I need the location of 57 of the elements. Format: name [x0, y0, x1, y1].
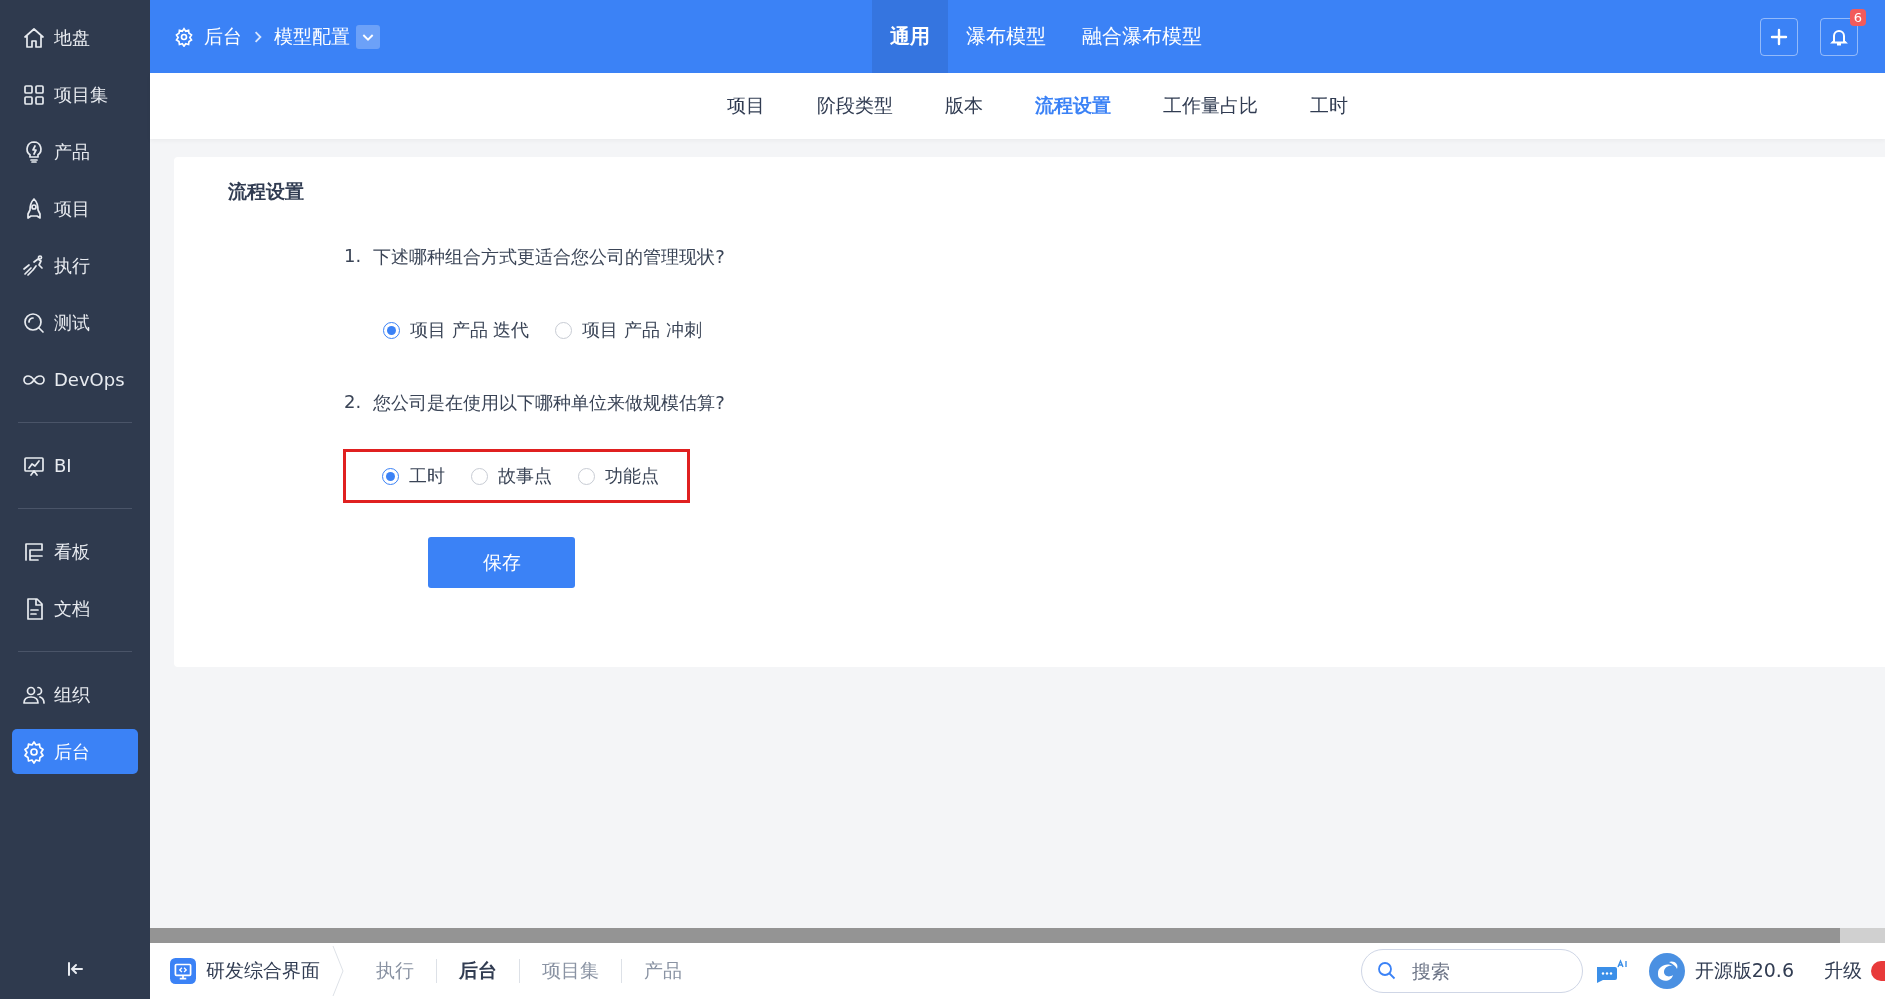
subnav-tab[interactable]: 阶段类型	[817, 93, 893, 119]
sidebar-item[interactable]: DevOps	[12, 357, 138, 402]
sidebar-item[interactable]: 执行	[12, 243, 138, 288]
add-button[interactable]	[1760, 17, 1798, 56]
gear-icon	[22, 739, 46, 764]
header-tab[interactable]: 瀑布模型	[948, 0, 1064, 73]
version-label: 开源版20.6	[1694, 958, 1794, 983]
option-label: 故事点	[498, 464, 552, 488]
runner-icon	[22, 253, 46, 278]
collapse-icon[interactable]	[65, 959, 85, 979]
upgrade-link[interactable]: 升级	[1824, 958, 1862, 984]
header-tab[interactable]: 通用	[872, 0, 948, 73]
sidebar-item[interactable]: BI	[12, 443, 138, 488]
sidebar-item[interactable]: 组织	[12, 672, 138, 717]
swirl-logo-icon	[1648, 953, 1685, 989]
question-text: 下述哪种组合方式更适合您公司的管理现状?	[373, 245, 725, 269]
settings-icon	[174, 26, 194, 47]
chevron-right-icon	[252, 30, 264, 43]
sidebar-item[interactable]: 后台	[12, 729, 138, 774]
subnav-tab[interactable]: 项目	[727, 93, 765, 119]
sidebar-item[interactable]: 测试	[12, 300, 138, 345]
option-label: 项目 产品 冲刺	[582, 318, 702, 342]
taskbar-tab[interactable]: 后台	[459, 958, 497, 984]
section-title: 流程设置	[228, 179, 305, 204]
option-label: 工时	[409, 464, 445, 488]
sidebar-item[interactable]: 看板	[12, 529, 138, 574]
dropdown-button[interactable]	[356, 24, 380, 49]
app-name: 研发综合界面	[206, 958, 320, 983]
sidebar-item[interactable]: 文档	[12, 586, 138, 631]
ai-chat-icon[interactable]	[1594, 959, 1629, 983]
subnav-tab[interactable]: 工作量占比	[1163, 93, 1258, 119]
house-icon	[22, 25, 46, 50]
breadcrumb-link[interactable]: 模型配置	[274, 23, 350, 50]
notification-count: 6	[1849, 8, 1866, 26]
plus-icon	[1769, 26, 1789, 47]
sidebar-item[interactable]: 产品	[12, 129, 138, 174]
search-icon	[1376, 961, 1397, 981]
header-tab[interactable]: 融合瀑布模型	[1064, 0, 1220, 73]
save-button[interactable]: 保存	[428, 537, 575, 588]
sidebar-item[interactable]: 项目	[12, 186, 138, 231]
monitor-icon	[170, 958, 196, 984]
subnav-tab[interactable]: 流程设置	[1035, 93, 1111, 119]
scrollbar[interactable]	[150, 928, 1885, 943]
sidebar-item[interactable]: 项目集	[12, 72, 138, 117]
grid-icon	[22, 82, 46, 107]
magnifier-icon	[22, 310, 46, 335]
subnav-tab[interactable]: 工时	[1310, 93, 1348, 119]
sidebar-item[interactable]: 地盘	[12, 15, 138, 60]
breadcrumb-link[interactable]: 后台	[204, 23, 242, 50]
chevron-separator	[332, 946, 344, 996]
option-label: 功能点	[605, 464, 659, 488]
option-label: 项目 产品 迭代	[410, 318, 530, 342]
question-text: 您公司是在使用以下哪种单位来做规模估算?	[373, 391, 725, 415]
subnav-tab[interactable]: 版本	[945, 93, 983, 119]
question-number: 1.	[344, 245, 362, 268]
search-field[interactable]: 搜索	[1360, 949, 1583, 993]
question-number: 2.	[344, 391, 362, 414]
